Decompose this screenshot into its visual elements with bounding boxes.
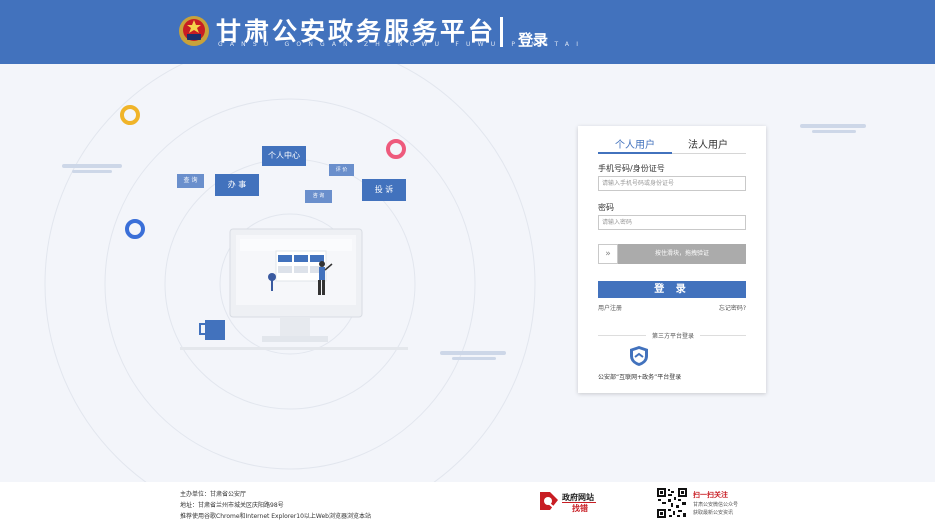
login-card: 个人用户 法人用户 手机号码/身份证号 请输入手机号码或身份证号 密码 请输入密… — [578, 126, 766, 393]
header-separator — [500, 17, 503, 47]
slider-hint: 按住滑块，拖拽验证 — [654, 250, 709, 257]
top-header: 甘肃公安政务服务平台 GANSU GONGAN ZHENGWU FUWU PIN… — [0, 0, 935, 64]
tag-complain: 投 诉 — [362, 179, 406, 201]
qr-code-icon — [656, 487, 688, 519]
tab-personal-user[interactable]: 个人用户 — [615, 136, 655, 151]
tag-evaluate: 评 价 — [329, 164, 354, 176]
gov-site-logo-icon[interactable] — [538, 490, 560, 512]
account-input[interactable]: 请输入手机号码或身份证号 — [598, 176, 746, 191]
mps-shield-icon[interactable] — [628, 345, 650, 367]
user-type-tabs: 个人用户 法人用户 — [598, 134, 746, 154]
footer-browser-note: 推荐使用谷歌Chrome和Internet Explorer10以上Web浏览器… — [180, 513, 371, 520]
third-party-label: 第三方平台登录 — [651, 333, 694, 340]
active-tab-indicator — [598, 152, 672, 154]
forgot-password-link[interactable]: 忘记密码? — [719, 303, 746, 312]
qr-subtitle-1: 甘肃公安微信公众号 — [693, 502, 739, 508]
password-label: 密码 — [598, 203, 614, 212]
password-input[interactable]: 请输入密码 — [598, 215, 746, 230]
mps-login-link[interactable]: 公安部“互联网+政务”平台登录 — [598, 372, 681, 381]
tag-query: 查 询 — [177, 174, 204, 188]
ring-yellow — [120, 105, 140, 125]
divider-left — [598, 335, 646, 336]
ring-blue — [125, 219, 145, 239]
login-button[interactable]: 登 录 — [598, 281, 746, 298]
gov-error-label[interactable]: 找错 — [572, 503, 588, 514]
page-label: 登录 — [518, 31, 549, 49]
divider-right — [700, 335, 746, 336]
tab-legal-user[interactable]: 法人用户 — [688, 136, 728, 151]
police-emblem-icon — [179, 16, 209, 46]
qr-subtitle-2: 获取最新公安资讯 — [693, 510, 734, 516]
slider-handle[interactable]: » — [598, 244, 618, 264]
footer-sponsor: 主办单位：甘肃省公安厅 — [180, 491, 247, 498]
footer-address: 地址：甘肃省兰州市城关区庆阳路98号 — [180, 502, 284, 509]
slider-captcha[interactable]: » 按住滑块，拖拽验证 — [598, 244, 746, 264]
ring-pink — [386, 139, 406, 159]
tag-consult: 咨 询 — [305, 190, 332, 203]
register-link[interactable]: 用户注册 — [598, 303, 622, 312]
service-illustration — [44, 64, 866, 482]
footer: 主办单位：甘肃省公安厅 地址：甘肃省兰州市城关区庆阳路98号 推荐使用谷歌Chr… — [0, 482, 935, 524]
qr-title: 扫一扫关注 — [693, 491, 728, 499]
account-label: 手机号码/身份证号 — [598, 164, 665, 173]
tag-personal-center: 个人中心 — [262, 146, 306, 166]
main-area: 个人中心 办 事 查 询 评 价 咨 询 投 诉 个人用户 法人用户 手机号码/… — [0, 64, 935, 482]
tag-handle: 办 事 — [215, 174, 259, 196]
